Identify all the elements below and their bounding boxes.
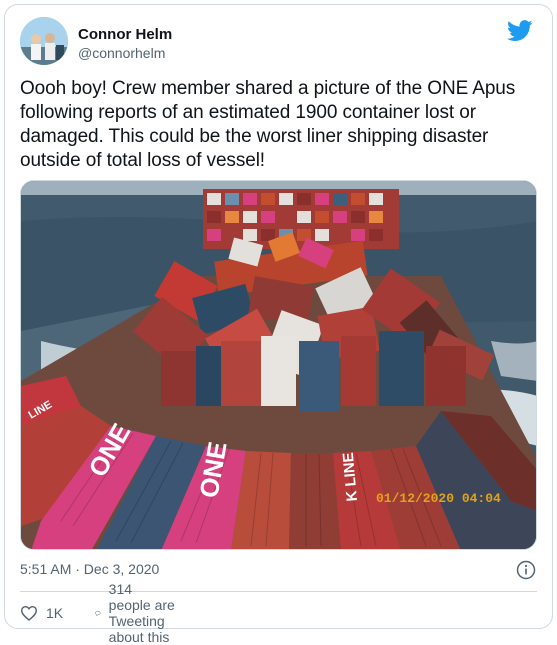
like-count: 1K — [46, 605, 64, 621]
tweet-text: Oooh boy! Crew member shared a picture o… — [20, 78, 516, 171]
tweet-header: Connor Helm @connorhelm — [20, 17, 537, 67]
tweeting-about-link[interactable]: 314 people are Tweeting about this — [95, 581, 177, 645]
avatar-image — [20, 17, 68, 65]
tweet-photo[interactable]: ONE ONE K LINE LINE 01/12/2020 04:04 — [20, 180, 537, 550]
speech-bubble-icon — [95, 610, 101, 616]
heart-icon — [20, 605, 38, 621]
author-handle[interactable]: @connorhelm — [78, 45, 165, 61]
tweeting-about-text: 314 people are Tweeting about this — [108, 581, 175, 645]
like-button[interactable]: 1K — [20, 602, 63, 624]
avatar[interactable] — [20, 17, 68, 65]
info-icon[interactable] — [516, 560, 536, 580]
author-name[interactable]: Connor Helm — [78, 26, 172, 43]
photo-timestamp: 01/12/2020 04:04 — [376, 491, 501, 506]
twitter-bird-icon[interactable] — [507, 20, 533, 42]
tweet-card: Connor Helm @connorhelm Oooh boy! Crew m… — [4, 4, 553, 645]
divider — [20, 591, 537, 592]
tweet-timestamp[interactable]: 5:51 AM · Dec 3, 2020 — [20, 561, 159, 577]
ship-containers-photo: ONE ONE K LINE LINE 01/12/2020 04:04 — [21, 181, 536, 549]
